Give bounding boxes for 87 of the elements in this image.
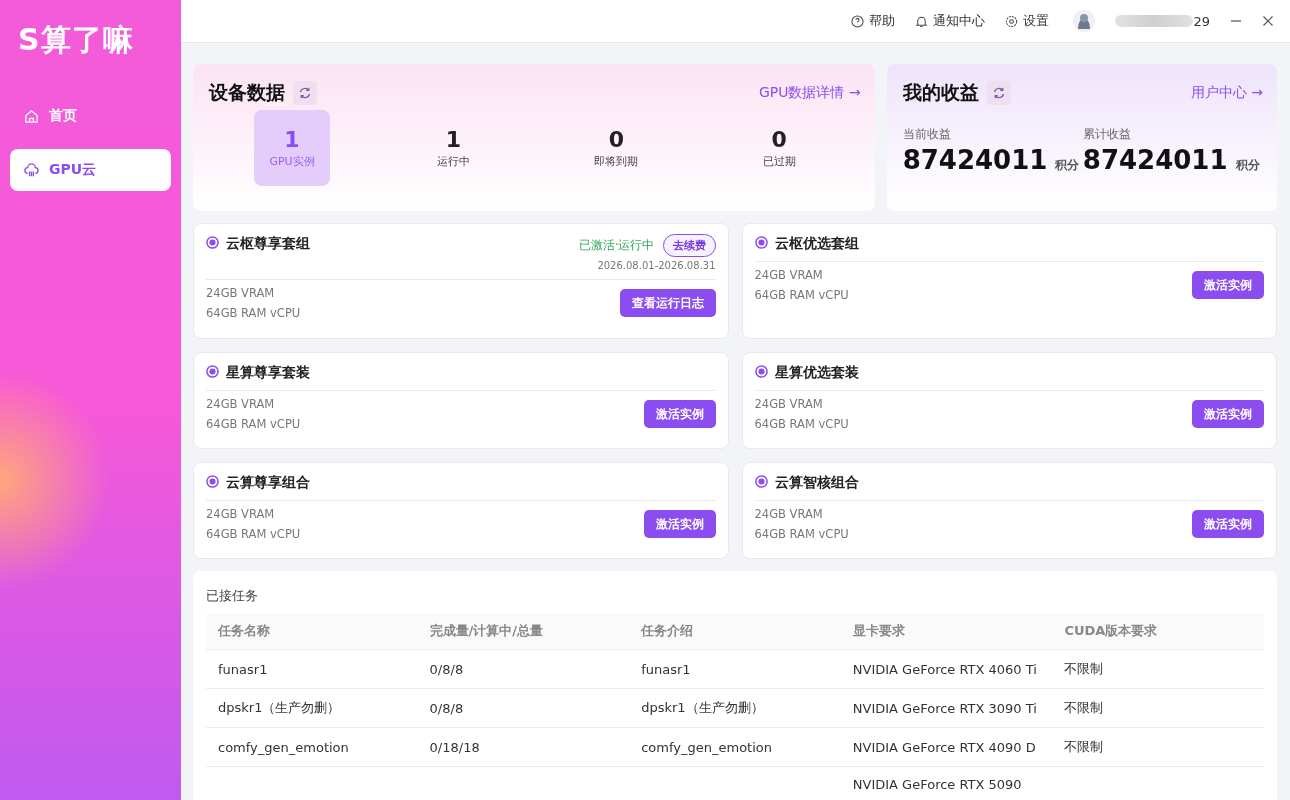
radio-icon [206, 365, 219, 378]
help-icon [851, 14, 865, 28]
spec-text: 24GB VRAM [754, 507, 824, 521]
package-name: 星算优选套装 [774, 364, 859, 382]
table-cell: 0/8/8 [429, 700, 464, 716]
column-header: 显卡要求 [840, 613, 1053, 650]
table-cell: dpskr1（生产勿删） [218, 700, 341, 715]
spec-text: 64GB RAM vCPU [754, 288, 849, 302]
table-cell: NVIDIA GeForce RTX 4090 D [852, 739, 1036, 755]
card-title: 设备数据 [209, 80, 285, 105]
spec-text: 64GB RAM vCPU [754, 417, 849, 431]
table-cell: 不限制 [1064, 739, 1104, 754]
spec-text: 64GB RAM vCPU [206, 417, 301, 431]
card-title: 我的收益 [902, 80, 979, 105]
activate-button[interactable]: 激活实例 [643, 510, 716, 538]
date-range: 2026.08.01-2026.08.31 [597, 260, 716, 271]
spec-text: 64GB RAM vCPU [754, 527, 849, 541]
points-unit: 积分 [1055, 157, 1080, 174]
column-header: 完成量/计算中/总量 [417, 613, 630, 650]
table-cell: NVIDIA GeForce RTX 3090 Ti [852, 700, 1037, 716]
sidebar-item[interactable]: 首页 [10, 95, 171, 137]
radio-icon [206, 475, 219, 488]
close-icon[interactable] [1262, 15, 1274, 27]
status-text: 已激活·运行中 [578, 237, 655, 254]
earnings-label: 累计收益 [1082, 126, 1132, 143]
details-link[interactable]: GPU数据详情 → [758, 84, 861, 102]
table-cell: NVIDIA GeForce RTX 4060 Ti [852, 661, 1037, 677]
app-logo: S算了嘛 [17, 21, 135, 59]
table-cell: comfy_gen_emotion [218, 739, 349, 755]
package-name: 云算尊享组合 [226, 474, 310, 492]
spec-text: 64GB RAM vCPU [206, 306, 301, 320]
cloud-icon [24, 162, 39, 178]
radio-icon [206, 236, 219, 249]
table-cell: dpskr1（生产勿删） [641, 700, 764, 715]
column-header: CUDA版本要求 [1052, 613, 1264, 650]
spec-text: 24GB VRAM [754, 268, 824, 282]
sidebar-item[interactable]: GPU云 [10, 149, 171, 191]
column-header: 任务名称 [206, 613, 418, 650]
column-header: 任务介绍 [629, 613, 841, 650]
avatar-icon[interactable] [1073, 10, 1096, 32]
radio-icon [754, 236, 768, 249]
earnings-value: 87424011 [1082, 145, 1228, 175]
refresh-button[interactable] [986, 81, 1011, 105]
activate-button[interactable]: 激活实例 [1192, 271, 1264, 299]
activate-button[interactable]: 激活实例 [1192, 400, 1264, 428]
home-icon [24, 108, 39, 124]
earnings-value: 87424011 [902, 145, 1048, 175]
earnings-label: 当前收益 [902, 126, 952, 143]
spec-text: 24GB VRAM [754, 397, 824, 411]
package-name: 星算尊享套装 [226, 364, 310, 382]
user-name: 29 [1193, 13, 1210, 29]
panel-title: 已接任务 [206, 587, 258, 605]
table-cell: comfy_gen_emotion [641, 739, 772, 755]
stat-tile[interactable]: 1 运行中 [415, 110, 492, 186]
bell-icon [915, 14, 929, 28]
activate-button[interactable]: 激活实例 [643, 400, 716, 428]
toolbar-link[interactable]: 通知中心 [915, 12, 986, 30]
table-cell: 不限制 [1064, 661, 1104, 676]
table-cell: NVIDIA GeForce RTX 5090 [852, 777, 1022, 792]
radio-icon [754, 475, 768, 488]
settings-icon [1005, 14, 1019, 28]
spec-text: 64GB RAM vCPU [206, 527, 301, 541]
toolbar-link[interactable]: 帮助 [851, 12, 896, 30]
stat-tile[interactable]: 1 GPU实例 [254, 110, 330, 186]
refresh-icon [298, 86, 312, 100]
toolbar-link[interactable]: 设置 [1005, 12, 1050, 30]
user-center-link[interactable]: 用户中心 → [1190, 84, 1263, 102]
table-cell: 不限制 [1064, 700, 1104, 715]
table-cell: funasr1 [218, 661, 268, 677]
table-cell: funasr1 [641, 661, 691, 677]
renew-button[interactable]: 去续费 [662, 234, 716, 257]
radio-icon [754, 365, 768, 378]
spec-text: 24GB VRAM [206, 507, 276, 521]
spec-text: 24GB VRAM [206, 286, 276, 300]
stat-tile[interactable]: 0 已过期 [741, 110, 818, 186]
table-cell: 0/18/18 [429, 739, 480, 755]
package-name: 云枢尊享套组 [226, 235, 310, 253]
spec-text: 24GB VRAM [206, 397, 276, 411]
refresh-button[interactable] [293, 81, 317, 105]
view-log-button[interactable]: 查看运行日志 [619, 289, 716, 317]
stat-tile[interactable]: 0 即将到期 [578, 110, 655, 186]
package-name: 云算智核组合 [774, 474, 859, 492]
refresh-icon [991, 86, 1006, 100]
table-cell: 0/8/8 [429, 661, 464, 677]
activate-button[interactable]: 激活实例 [1192, 510, 1264, 538]
points-unit: 积分 [1235, 157, 1260, 174]
package-name: 云枢优选套组 [774, 235, 859, 253]
